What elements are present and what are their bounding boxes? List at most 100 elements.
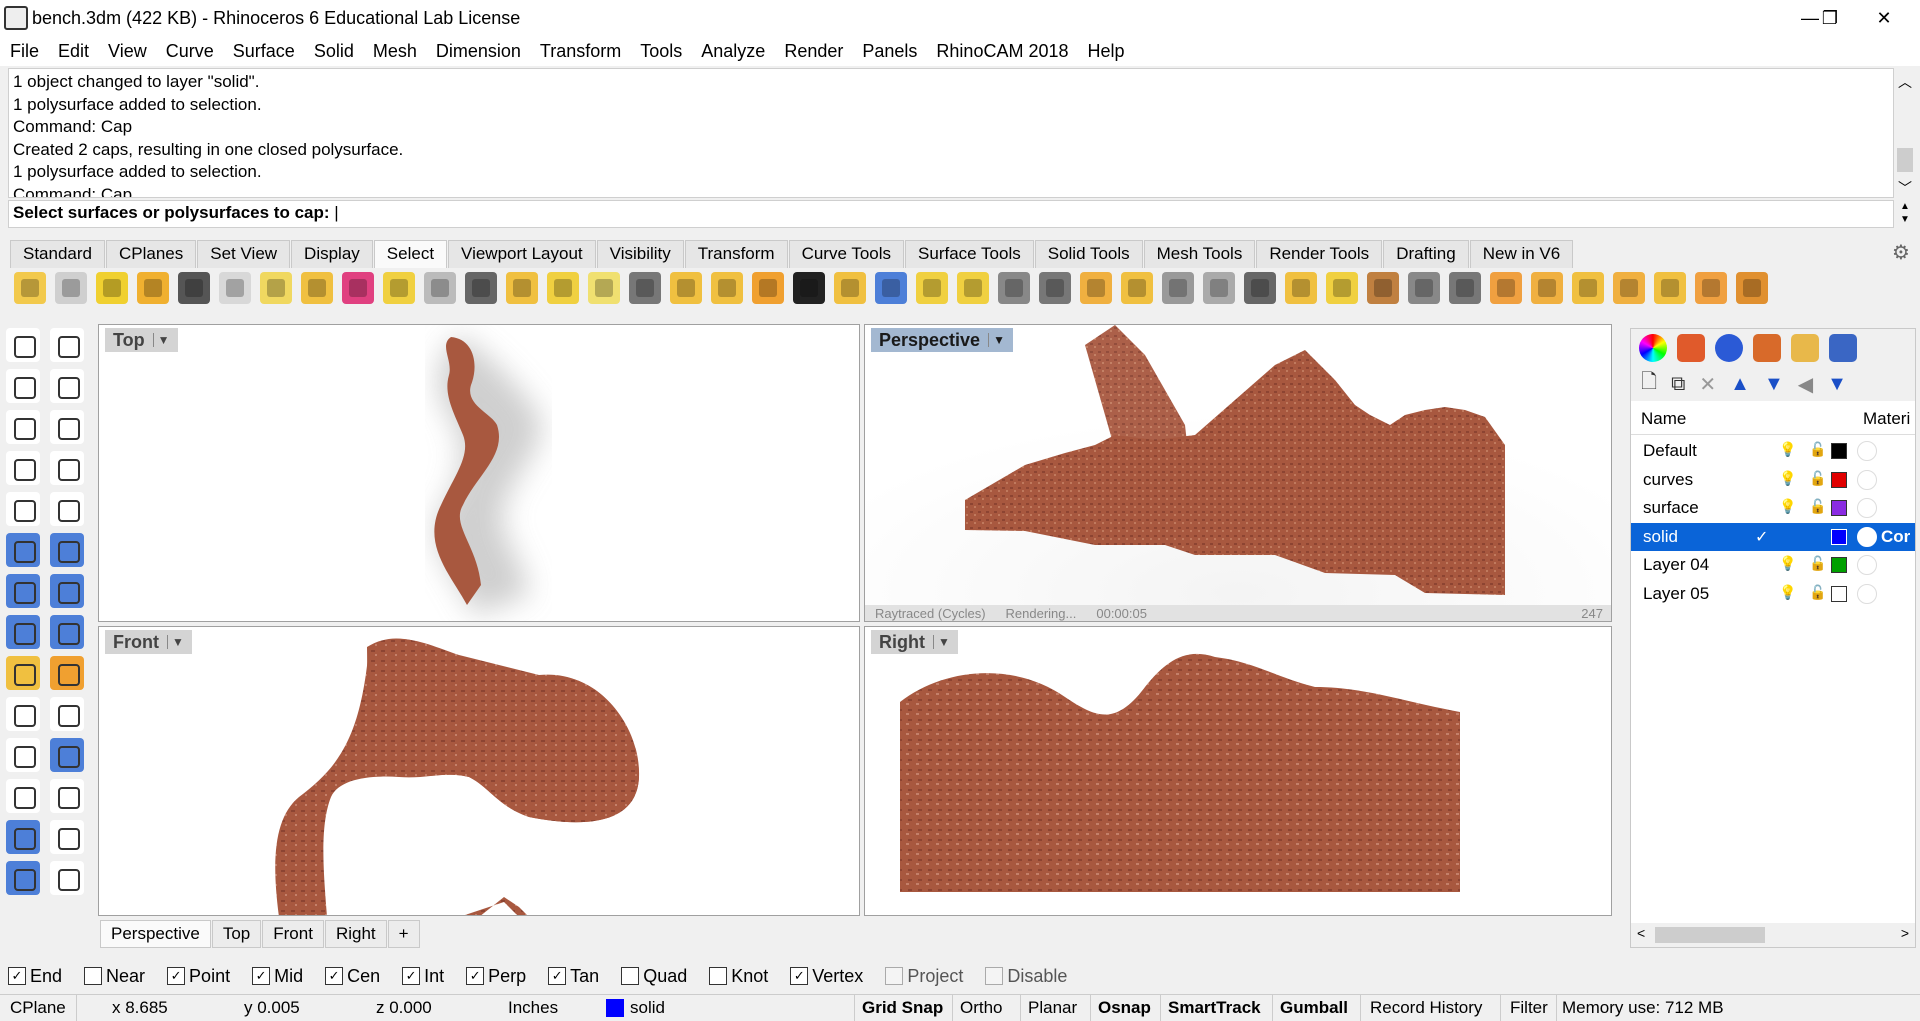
viewport-label-right[interactable]: Right ▼: [871, 630, 958, 654]
properties-panel-icon[interactable]: [1639, 334, 1667, 362]
osnap-project[interactable]: Project: [885, 966, 963, 987]
viewport-label-perspective[interactable]: Perspective ▼: [871, 328, 1013, 352]
layer-material-icon[interactable]: [1857, 469, 1877, 490]
move-left-icon[interactable]: ◀: [1798, 372, 1813, 397]
layer-row[interactable]: Layer 05 💡 🔓: [1631, 580, 1915, 608]
checkbox[interactable]: ✓: [252, 967, 271, 985]
layer-row[interactable]: Default 💡 🔓: [1631, 437, 1915, 465]
layer-color-swatch[interactable]: [1831, 443, 1847, 459]
filter-toggle[interactable]: Filter: [1510, 998, 1548, 1018]
gumball-toggle[interactable]: Gumball: [1280, 998, 1348, 1018]
osnap-mid[interactable]: ✓ Mid: [252, 966, 303, 987]
tab-viewport-layout[interactable]: Viewport Layout: [448, 240, 596, 268]
unlock-icon[interactable]: 🔓: [1809, 555, 1826, 572]
select-render-icon[interactable]: [1408, 272, 1440, 304]
lightbulb-icon[interactable]: 💡: [1779, 584, 1796, 601]
command-prompt[interactable]: Select surfaces or polysurfaces to cap: …: [8, 200, 1894, 228]
select-crossing-icon[interactable]: [670, 272, 702, 304]
tab-render-tools[interactable]: Render Tools: [1256, 240, 1383, 268]
select-text-icon[interactable]: [1613, 272, 1645, 304]
select-pointclouds-icon[interactable]: [424, 272, 456, 304]
checkbox[interactable]: [621, 967, 640, 985]
menu-transform[interactable]: Transform: [540, 41, 621, 62]
tab-visibility[interactable]: Visibility: [596, 240, 684, 268]
select-layer-by-icon[interactable]: [1285, 272, 1317, 304]
select-none-icon[interactable]: [1162, 272, 1194, 304]
osnap-tan[interactable]: ✓ Tan: [548, 966, 599, 987]
menu-edit[interactable]: Edit: [58, 41, 89, 62]
layer-row[interactable]: Layer 04 💡 🔓: [1631, 551, 1915, 579]
tab-curve-tools[interactable]: Curve Tools: [788, 240, 905, 268]
array-icon[interactable]: [50, 738, 84, 772]
boolean-union-icon[interactable]: [6, 738, 40, 772]
move-down-icon[interactable]: ▼: [1764, 373, 1784, 396]
solid-sphere-icon[interactable]: [50, 574, 84, 608]
rectangle-icon[interactable]: [50, 451, 84, 485]
layer-row[interactable]: curves 💡 🔓: [1631, 466, 1915, 494]
viewport-tab-front[interactable]: Front: [262, 920, 324, 948]
libraries-panel-icon[interactable]: [1791, 334, 1819, 362]
osnap-knot[interactable]: Knot: [709, 966, 768, 987]
select-arrow-icon[interactable]: [6, 328, 40, 362]
viewport-label-top[interactable]: Top ▼: [105, 328, 178, 352]
select-large-icon[interactable]: [916, 272, 948, 304]
checkbox[interactable]: ✓: [790, 967, 809, 985]
layer-material-icon[interactable]: [1857, 441, 1877, 461]
layer-material-icon[interactable]: [1857, 583, 1877, 604]
osnap-disable[interactable]: Disable: [985, 966, 1067, 987]
select-open-curves-icon[interactable]: [547, 272, 579, 304]
dimension-icon[interactable]: [50, 820, 84, 854]
viewport-layout-icon[interactable]: [6, 861, 40, 895]
menu-file[interactable]: File: [10, 41, 39, 62]
mesh-plane-icon[interactable]: [50, 615, 84, 649]
scroll-thumb[interactable]: [1655, 927, 1765, 943]
osnap-near[interactable]: Near: [84, 966, 145, 987]
layer-color-swatch[interactable]: [1831, 585, 1847, 602]
tab-surface-tools[interactable]: Surface Tools: [905, 240, 1034, 268]
ellipse-icon[interactable]: [6, 492, 40, 526]
select-hatch-icon[interactable]: [588, 272, 620, 304]
menu-rhinocam-2018[interactable]: RhinoCAM 2018: [936, 41, 1068, 62]
osnap-cen[interactable]: ✓ Cen: [325, 966, 380, 987]
cplane-indicator[interactable]: CPlane: [10, 998, 66, 1018]
column-material[interactable]: Materi: [1863, 409, 1910, 429]
select-subds-icon[interactable]: [1490, 272, 1522, 304]
tab-display[interactable]: Display: [291, 240, 373, 268]
scroll-right-arrow-icon[interactable]: >: [1901, 925, 1909, 941]
cylinder-icon[interactable]: [6, 615, 40, 649]
osnap-int[interactable]: ✓ Int: [402, 966, 444, 987]
gear-icon[interactable]: ⚙: [1892, 240, 1916, 264]
osnap-quad[interactable]: Quad: [621, 966, 687, 987]
ortho-toggle[interactable]: Ortho: [960, 998, 1003, 1018]
viewport-tab-perspective[interactable]: Perspective: [100, 920, 211, 948]
circle-icon[interactable]: [6, 410, 40, 444]
menu-surface[interactable]: Surface: [233, 41, 295, 62]
select-details-icon[interactable]: [1736, 272, 1768, 304]
lightbulb-icon[interactable]: 💡: [1779, 441, 1796, 458]
viewport-tab-right[interactable]: Right: [324, 920, 387, 948]
select-annotations-icon[interactable]: [301, 272, 333, 304]
polyline-icon[interactable]: [6, 369, 40, 403]
layers-horizontal-scrollbar[interactable]: < >: [1631, 923, 1915, 947]
select-dupe-icon[interactable]: [506, 272, 538, 304]
tab-transform[interactable]: Transform: [684, 240, 788, 268]
filter-icon[interactable]: ▼: [1827, 373, 1847, 396]
checkbox[interactable]: [709, 967, 728, 985]
select-grips-icon[interactable]: [1531, 272, 1563, 304]
command-history[interactable]: 1 object changed to layer "solid". 1 poly…: [8, 68, 1894, 198]
record-history-toggle[interactable]: Record History: [1370, 998, 1482, 1018]
units-indicator[interactable]: Inches: [508, 998, 558, 1018]
unlock-icon[interactable]: 🔓: [1809, 441, 1826, 458]
lightbulb-icon[interactable]: 💡: [1779, 498, 1796, 515]
osnap-perp[interactable]: ✓ Perp: [466, 966, 526, 987]
unlock-icon[interactable]: 🔓: [1809, 584, 1826, 601]
layer-color-swatch[interactable]: [1831, 471, 1847, 488]
checkbox[interactable]: ✓: [548, 967, 567, 985]
tab-new-in-v6[interactable]: New in V6: [1469, 240, 1574, 268]
smarttrack-toggle[interactable]: SmartTrack: [1168, 998, 1261, 1018]
layer-material-icon[interactable]: [1857, 526, 1877, 547]
select-history-icon[interactable]: [957, 272, 989, 304]
select-closed-icon[interactable]: [793, 272, 825, 304]
select-all-icon[interactable]: [1121, 272, 1153, 304]
select-blocks-icon[interactable]: [260, 272, 292, 304]
